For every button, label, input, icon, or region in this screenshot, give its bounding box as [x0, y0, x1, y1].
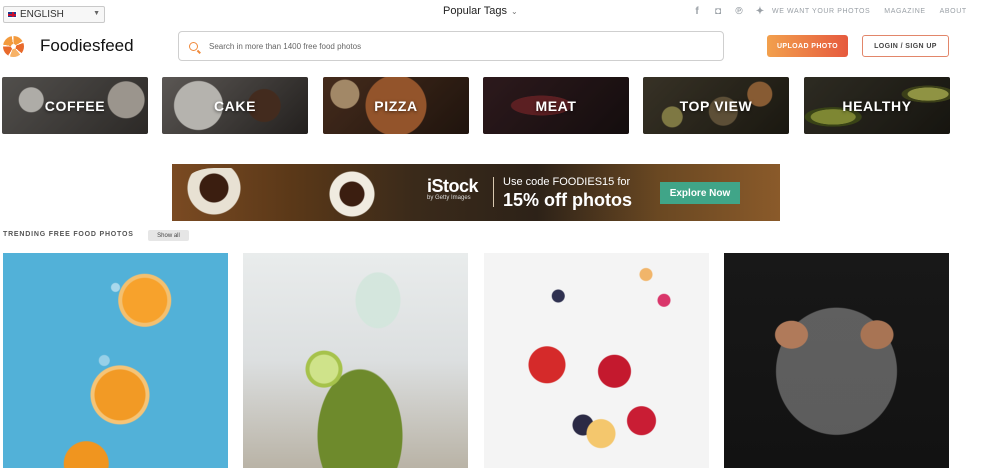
nav-link-about[interactable]: ABOUT: [940, 8, 967, 15]
ad-promo-line1: Use code FOODIES15 for: [503, 176, 631, 188]
trending-heading: TRENDING FREE FOOD PHOTOS: [3, 231, 134, 238]
nav-link-magazine[interactable]: MAGAZINE: [884, 8, 925, 15]
show-all-button[interactable]: Show all: [148, 230, 189, 241]
category-healthy[interactable]: HEALTHY: [804, 77, 950, 134]
photo-berries[interactable]: [484, 253, 709, 468]
uk-flag-icon: [7, 11, 17, 18]
language-label: ENGLISH: [20, 9, 64, 20]
category-label: COFFEE: [44, 97, 106, 114]
brand-name[interactable]: Foodiesfeed: [40, 36, 134, 56]
explore-now-button[interactable]: Explore Now: [660, 182, 740, 204]
search-icon: [189, 41, 198, 51]
category-label: CAKE: [213, 97, 257, 114]
facebook-icon[interactable]: f: [692, 6, 702, 17]
photo-oranges[interactable]: [3, 253, 228, 468]
photo-drink[interactable]: [243, 253, 468, 468]
chevron-down-icon: ⌄: [511, 6, 518, 16]
nav-link-want-photos[interactable]: WE WANT YOUR PHOTOS: [772, 8, 870, 15]
ad-divider: [493, 177, 494, 207]
category-label: MEAT: [535, 97, 577, 114]
ad-promo-text: Use code FOODIES15 for 15% off photos: [503, 176, 632, 211]
social-links: f ◘ ℗ ✦: [692, 6, 765, 17]
istock-wordmark: iStock: [427, 176, 479, 196]
upload-photo-button[interactable]: UPLOAD PHOTO: [767, 35, 848, 57]
login-signup-button[interactable]: LOGIN / SIGN UP: [862, 35, 949, 57]
search-box[interactable]: [178, 31, 724, 61]
ad-promo-line2: 15% off photos: [503, 190, 632, 210]
popular-tags-dropdown[interactable]: Popular Tags ⌄: [443, 5, 518, 17]
ad-food-image: [182, 168, 262, 218]
chevron-down-icon: ▼: [93, 10, 100, 17]
category-pizza[interactable]: PIZZA: [323, 77, 469, 134]
popular-tags-label: Popular Tags: [443, 5, 508, 17]
category-coffee[interactable]: COFFEE: [2, 77, 148, 134]
category-label: TOP VIEW: [679, 97, 753, 114]
istock-ad-banner[interactable]: iStock by Getty Images Use code FOODIES1…: [172, 164, 780, 221]
photo-flour-hands[interactable]: [724, 253, 949, 468]
category-top-view[interactable]: TOP VIEW: [643, 77, 789, 134]
ad-food-image: [322, 170, 382, 218]
instagram-icon[interactable]: ◘: [713, 6, 723, 17]
language-select[interactable]: ENGLISH ▼: [3, 6, 105, 23]
pinterest-icon[interactable]: ℗: [734, 6, 744, 17]
search-input[interactable]: [209, 41, 709, 51]
istock-logo: iStock by Getty Images: [427, 176, 479, 201]
logo-icon[interactable]: [3, 36, 24, 57]
top-nav: WE WANT YOUR PHOTOS MAGAZINE ABOUT: [772, 8, 967, 15]
category-label: HEALTHY: [842, 97, 912, 114]
category-label: PIZZA: [374, 97, 418, 114]
category-meat[interactable]: MEAT: [483, 77, 629, 134]
istock-sub: by Getty Images: [427, 195, 471, 201]
category-cake[interactable]: CAKE: [162, 77, 308, 134]
twitter-icon[interactable]: ✦: [755, 6, 765, 17]
